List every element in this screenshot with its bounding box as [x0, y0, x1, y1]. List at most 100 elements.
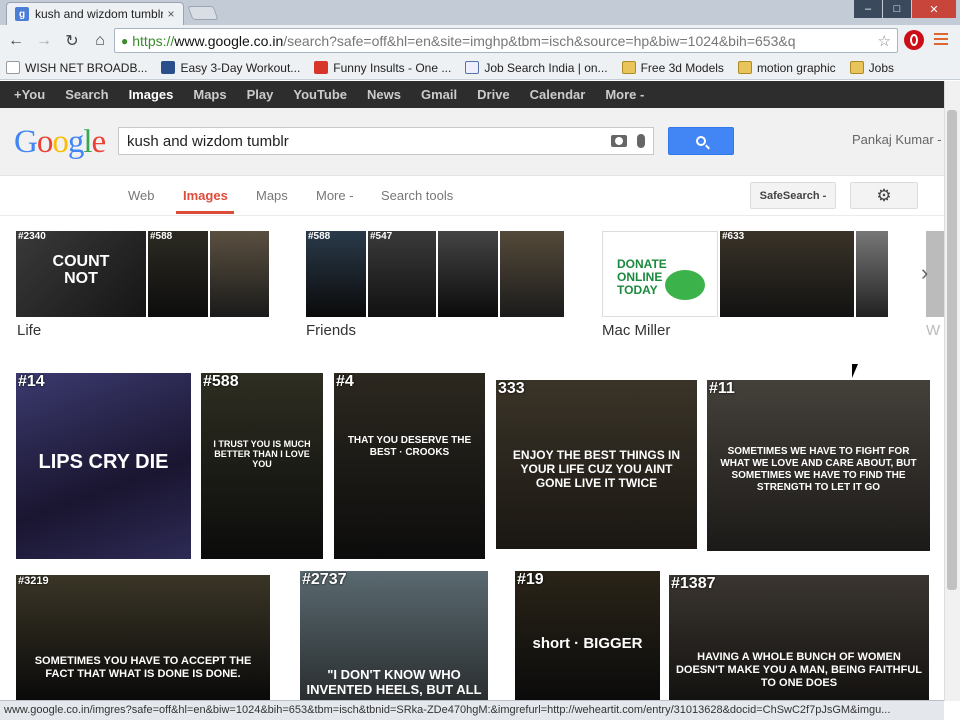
related-thumb[interactable]: #633 [720, 231, 854, 317]
bookmark-item[interactable]: Jobs [849, 61, 894, 75]
bookmark-item[interactable]: Free 3d Models [621, 60, 724, 75]
gbar-item[interactable]: News [367, 87, 401, 102]
related-thumb[interactable]: #588 [306, 231, 366, 317]
address-bar[interactable]: ● https:// www.google.co.in /search?safe… [114, 28, 898, 53]
thumb-tag: #633 [722, 231, 745, 242]
tab-more[interactable]: More - [316, 188, 354, 203]
related-thumb[interactable]: #547 [368, 231, 436, 317]
bookmark-star-icon[interactable]: ☆ [878, 32, 891, 50]
thumb-tag: #547 [370, 231, 393, 242]
image-result[interactable]: #1387 Having a whole bunch of women does… [669, 575, 929, 700]
result-tag: #2737 [302, 571, 347, 588]
result-tag: #14 [18, 373, 45, 390]
image-result[interactable]: #11 Sometimes we have to fight for what … [707, 380, 930, 551]
bookmark-item[interactable]: motion graphic [737, 61, 836, 75]
camera-icon[interactable] [611, 135, 627, 147]
related-thumb[interactable] [926, 231, 944, 317]
gbar-item[interactable]: Maps [193, 87, 226, 102]
gbar-item[interactable]: Search [65, 87, 108, 102]
tab-maps[interactable]: Maps [256, 188, 288, 203]
bookmark-item[interactable]: WISH NET BROADB... [6, 61, 147, 75]
gbar-item[interactable]: YouTube [293, 87, 347, 102]
minimize-button[interactable]: – [854, 0, 882, 18]
gbar-item[interactable]: More - [605, 87, 644, 102]
image-result[interactable]: #588 I trust you is much better than I l… [201, 373, 323, 559]
tab-search-tools[interactable]: Search tools [381, 188, 453, 203]
close-tab-icon[interactable]: × [163, 7, 179, 21]
google-logo[interactable]: Google [14, 124, 106, 161]
user-account[interactable]: Pankaj Kumar - [852, 132, 942, 147]
menu-icon[interactable] [934, 33, 948, 47]
extension-icon[interactable] [904, 30, 924, 50]
bookmark-icon [6, 61, 20, 74]
tab-web[interactable]: Web [128, 188, 155, 203]
microphone-icon[interactable] [637, 134, 645, 148]
gbar-item[interactable]: Gmail [421, 87, 457, 102]
image-result[interactable]: #2737 "I don't know who invented heels, … [300, 571, 488, 700]
related-thumb[interactable] [210, 231, 269, 317]
gbar-item[interactable]: Calendar [530, 87, 586, 102]
bookmark-icon [161, 61, 176, 74]
thumb-tag: #2340 [18, 231, 46, 242]
result-quote: short · BIGGER [532, 635, 643, 652]
thumb-text: DONATE ONLINE TODAY [617, 257, 667, 297]
related-label-life[interactable]: Life [17, 322, 41, 339]
search-button[interactable] [668, 127, 734, 155]
tab-images[interactable]: Images [183, 188, 228, 203]
maximize-button[interactable]: □ [883, 0, 911, 18]
image-result[interactable]: #19 short · BIGGER [515, 571, 660, 700]
related-thumb[interactable]: #2340 COUNT NOT [16, 231, 146, 317]
related-label-friends[interactable]: Friends [306, 322, 356, 339]
result-tag: #11 [709, 380, 735, 397]
forward-button[interactable]: → [32, 29, 56, 53]
search-icon [696, 136, 706, 146]
safesearch-button[interactable]: SafeSearch - [750, 182, 836, 209]
folder-icon [737, 61, 752, 74]
search-query[interactable]: kush and wizdom tumblr [127, 133, 611, 150]
bookmark-item[interactable]: Job Search India | on... [465, 60, 608, 75]
gbar-item[interactable]: +You [14, 87, 45, 102]
close-window-button[interactable]: ✕ [912, 0, 956, 18]
result-quote: LIPS CRY DIE [38, 451, 169, 473]
back-button[interactable]: ← [4, 29, 28, 53]
bookmark-label: Job Search India | on... [484, 60, 608, 75]
tab-title: kush and wizdom tumblr [35, 7, 163, 21]
bookmark-icon [314, 61, 329, 74]
related-thumb[interactable] [856, 231, 888, 317]
gbar-item[interactable]: Play [247, 87, 274, 102]
window-controls: – □ ✕ [853, 0, 956, 18]
related-thumb[interactable]: #588 [148, 231, 208, 317]
bookmark-item[interactable]: Funny Insults - One ... [314, 61, 451, 75]
browser-tab[interactable]: g kush and wizdom tumblr × [6, 2, 184, 25]
image-result[interactable]: #4 That you deserve the best · Crooks [334, 373, 485, 559]
google-favicon-icon: g [15, 7, 29, 21]
gbar-item[interactable]: Images [129, 87, 174, 102]
new-tab-button[interactable] [187, 6, 219, 20]
image-result[interactable]: #14 LIPS CRY DIE [16, 373, 191, 559]
image-result[interactable]: 333 Enjoy the best things in your life c… [496, 380, 697, 549]
related-label-mac-miller[interactable]: Mac Miller [602, 322, 670, 339]
url-path: /search?safe=off&hl=en&site=imghp&tbm=is… [283, 32, 796, 49]
lock-icon: ● [121, 33, 129, 48]
image-result[interactable]: #3219 Sometimes you have to accept the f… [16, 575, 270, 700]
scrollbar-thumb[interactable] [947, 110, 957, 590]
related-thumb[interactable]: DONATE ONLINE TODAY [602, 231, 718, 317]
bookmark-item[interactable]: Easy 3-Day Workout... [161, 61, 300, 75]
pig-icon [665, 270, 705, 300]
search-input[interactable]: kush and wizdom tumblr [118, 127, 654, 155]
settings-button[interactable]: ⚙ [850, 182, 918, 209]
gbar-item[interactable]: Drive [477, 87, 510, 102]
related-thumb[interactable] [500, 231, 564, 317]
chevron-right-icon[interactable]: › [921, 260, 928, 286]
reload-button[interactable]: ↻ [60, 29, 84, 53]
active-tab-indicator [176, 211, 234, 214]
result-tag: #1387 [671, 575, 716, 592]
related-label-partial[interactable]: W [926, 322, 940, 339]
result-quote: Having a whole bunch of women doesn't ma… [675, 651, 923, 689]
home-button[interactable]: ⌂ [88, 29, 112, 53]
related-thumb[interactable] [438, 231, 498, 317]
browser-toolbar: ← → ↻ ⌂ ● https:// www.google.co.in /sea… [0, 25, 960, 56]
bookmark-label: Free 3d Models [640, 60, 724, 75]
folder-icon [849, 61, 864, 74]
bookmarks-bar: WISH NET BROADB... Easy 3-Day Workout... F… [0, 56, 960, 80]
